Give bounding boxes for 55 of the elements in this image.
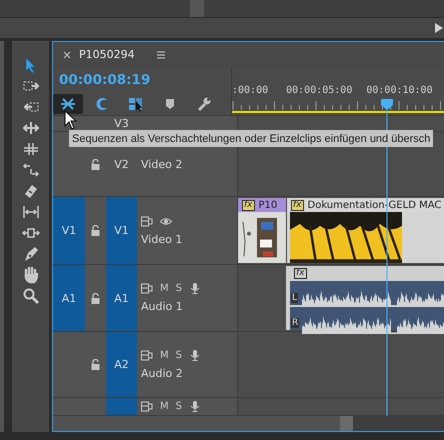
cursor-icon [64,110,77,130]
menu-icon[interactable] [156,50,165,59]
lock-icon[interactable] [91,158,100,170]
ruler-label: 00:00:10:00 [366,84,433,96]
nest-button[interactable] [53,94,83,114]
ruler-label: 00:00:05:00 [286,84,352,96]
track-target[interactable]: V3 [106,116,137,131]
mute-toggle[interactable]: M [160,401,169,412]
track-target[interactable]: V1 [106,197,137,264]
play-icon[interactable] [434,22,444,34]
video-clip[interactable]: fx P10 [238,198,286,264]
sync-lock-icon[interactable] [141,401,153,412]
zoom-tool-icon[interactable] [22,287,40,305]
lock-icon[interactable] [91,225,100,236]
wrench-icon [196,96,212,112]
lock-icon[interactable] [91,359,100,370]
track-name: Video 1 [141,232,184,246]
channel-label: R [291,318,300,328]
track-name: Audio 1 [141,300,184,314]
sequence-tab[interactable]: P1050294 [79,48,135,62]
mute-toggle[interactable]: M [160,283,169,294]
track-name: Audio 2 [141,366,184,380]
solo-toggle[interactable]: S [176,350,182,361]
timecode[interactable]: 00:00:08:19 [53,68,231,93]
fx-badge: fx [242,200,254,211]
crossed-lines-icon [60,96,76,112]
slip-tool-icon[interactable] [22,203,40,221]
close-icon[interactable] [63,50,71,59]
microphone-icon[interactable] [189,401,201,412]
clip-name: P10 [258,200,278,211]
microphone-icon[interactable] [189,283,201,294]
scatter-tool-icon[interactable] [22,161,40,179]
hand-tool-icon[interactable] [22,266,40,284]
lock-icon[interactable] [91,292,100,304]
linked-selection-icon [128,96,144,112]
tooltip: Sequenzen als Verschachtelungen oder Einzelclips einfügen und übersch [69,130,434,147]
fx-badge: fx [291,200,304,211]
sync-lock-icon[interactable] [141,283,153,294]
solo-toggle[interactable]: S [176,283,182,294]
sync-lock-icon[interactable] [141,216,153,227]
mute-toggle[interactable]: M [160,350,169,361]
solo-toggle[interactable]: S [176,401,182,412]
track-name: Video 2 [141,158,184,171]
scrollbar[interactable] [53,415,444,431]
ruler-label: :00:00 [232,84,268,96]
sync-lock-icon[interactable] [141,350,153,361]
stretch-tool-icon[interactable] [22,140,40,158]
track-target[interactable]: A1 [106,265,137,332]
eye-icon[interactable] [160,216,172,227]
microphone-icon[interactable] [189,350,201,361]
channel-label: L [291,292,298,303]
rolling-tool-icon[interactable] [22,119,40,137]
source-patch[interactable]: V1 [62,224,76,238]
track-target[interactable]: A2 [106,332,137,398]
source-patch[interactable]: A1 [62,292,76,305]
